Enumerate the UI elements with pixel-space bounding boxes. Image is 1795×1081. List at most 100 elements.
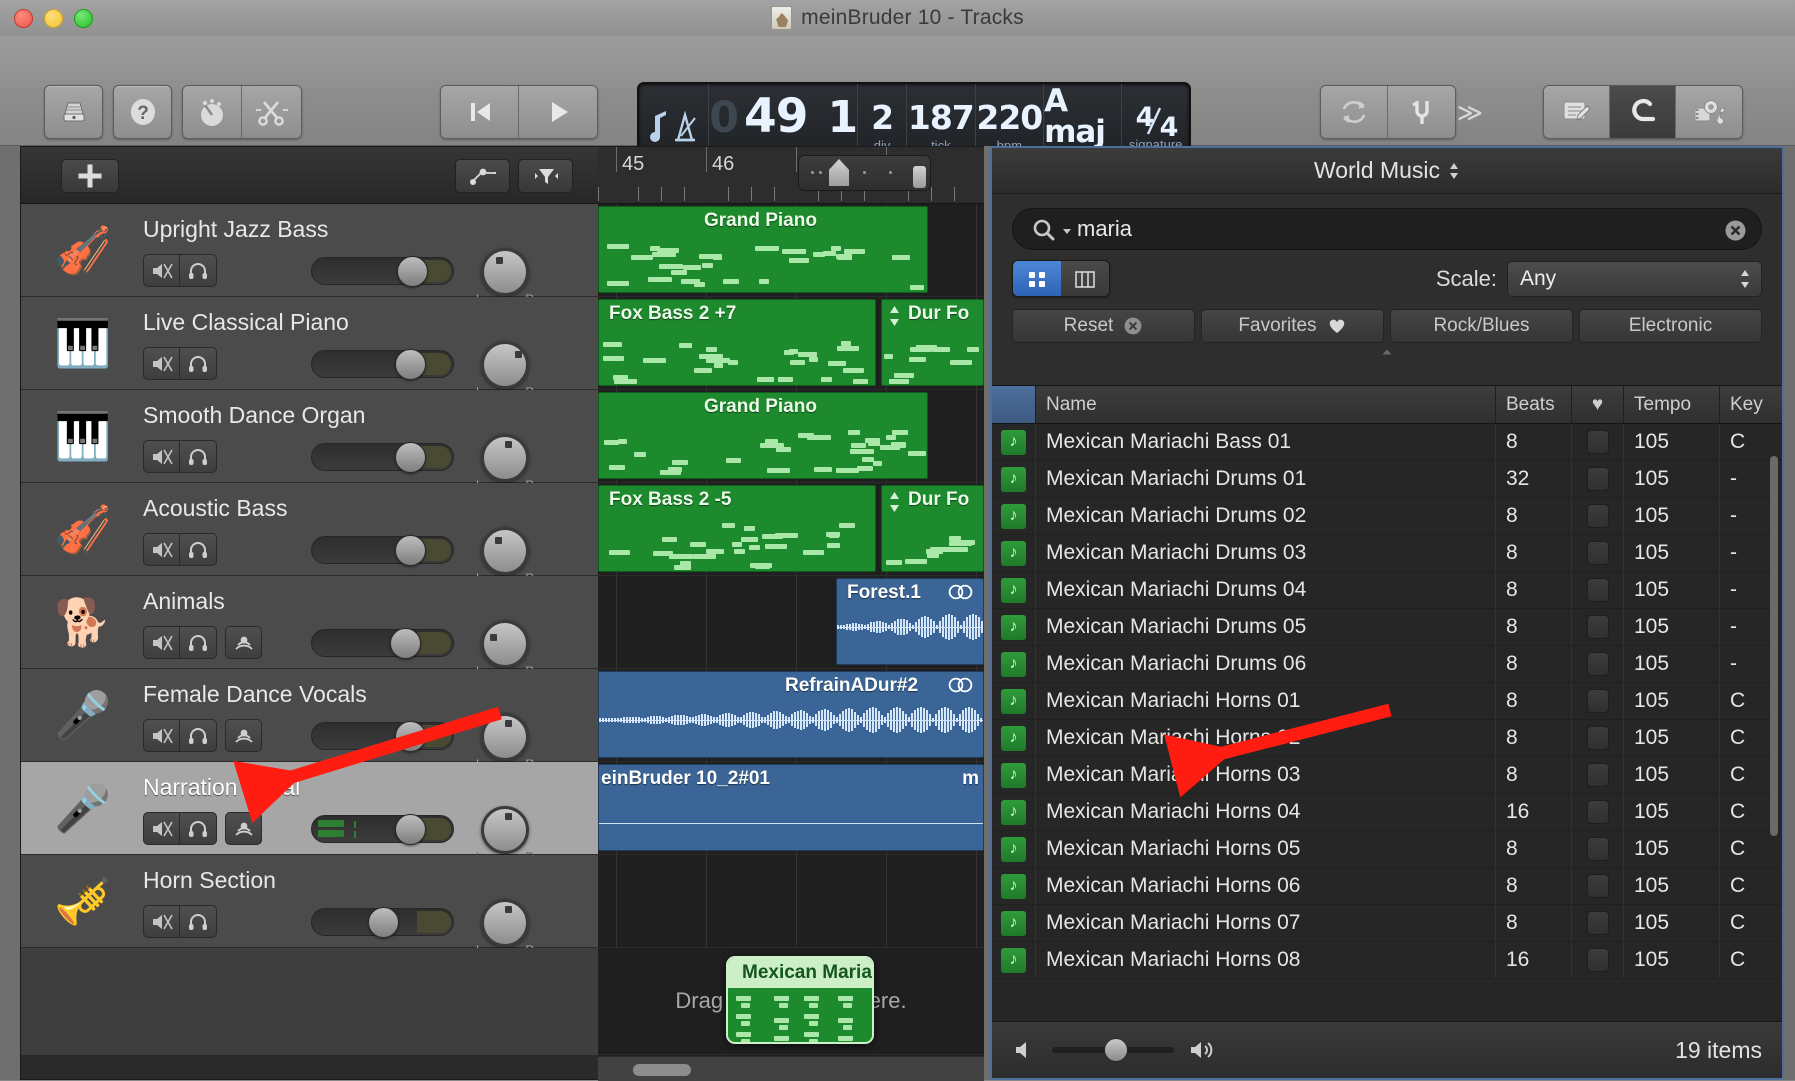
midi-region[interactable]: Grand Piano — [598, 392, 928, 479]
pan-knob[interactable] — [481, 620, 529, 668]
volume-slider-knob[interactable] — [395, 535, 426, 566]
help-button[interactable]: ? — [113, 85, 172, 139]
media-browser-button[interactable] — [1676, 86, 1742, 138]
track-header-row[interactable]: 🎹Live Classical PianoLR — [21, 297, 598, 390]
loop-table-row[interactable]: ♪Mexican Mariachi Drums 058105- — [992, 609, 1782, 646]
pan-knob[interactable] — [481, 806, 529, 854]
midi-region[interactable]: Dur Fo — [881, 485, 984, 572]
column-header-name[interactable]: Name — [1036, 386, 1496, 423]
mute-button[interactable] — [143, 254, 180, 287]
loop-favorite-cell[interactable] — [1572, 424, 1624, 460]
loop-favorite-cell[interactable] — [1572, 609, 1624, 645]
loop-category-button-favorites[interactable]: Favorites — [1201, 309, 1384, 343]
play-button[interactable] — [519, 86, 597, 138]
clear-search-button[interactable] — [1724, 219, 1747, 242]
record-enable-button[interactable] — [225, 812, 262, 845]
loop-table-row[interactable]: ♪Mexican Mariachi Horns 058105C — [992, 831, 1782, 868]
favorite-checkbox[interactable] — [1587, 948, 1609, 972]
more-toolbar-button[interactable]: ≫ — [1450, 98, 1490, 128]
loop-table-scrollbar-thumb[interactable] — [1770, 456, 1778, 836]
pan-knob[interactable] — [481, 713, 529, 761]
favorite-checkbox[interactable] — [1587, 689, 1609, 713]
loop-favorite-cell[interactable] — [1572, 831, 1624, 867]
volume-slider[interactable] — [311, 350, 454, 378]
loop-favorite-cell[interactable] — [1572, 646, 1624, 682]
solo-button[interactable] — [180, 626, 217, 659]
track-header-row[interactable]: 🐕AnimalsLR — [21, 576, 598, 669]
track-lane[interactable]: Fox Bass 2 +7Dur Fo — [598, 297, 984, 390]
loop-table-row[interactable]: ♪Mexican Mariachi Horns 0816105C — [992, 942, 1782, 979]
volume-slider[interactable] — [311, 815, 454, 843]
smart-controls-button[interactable] — [183, 86, 242, 138]
add-track-button[interactable] — [61, 159, 119, 193]
editors-button[interactable] — [242, 86, 301, 138]
loop-table-row[interactable]: ♪Mexican Mariachi Drums 0132105- — [992, 461, 1782, 498]
tuner-button[interactable] — [1388, 86, 1455, 138]
track-header-row[interactable]: 🎻Acoustic BassLR — [21, 483, 598, 576]
audio-region[interactable]: RefrainADur#2 — [598, 671, 984, 758]
search-icon[interactable] — [1031, 218, 1072, 244]
volume-slider-knob[interactable] — [395, 442, 426, 473]
track-lane[interactable]: Forest.1 — [598, 576, 984, 669]
horizontal-scrollbar[interactable] — [598, 1056, 984, 1081]
column-view-button[interactable] — [1061, 261, 1109, 296]
loop-favorite-cell[interactable] — [1572, 683, 1624, 719]
loop-favorite-cell[interactable] — [1572, 794, 1624, 830]
loop-favorite-cell[interactable] — [1572, 720, 1624, 756]
volume-slider-knob[interactable] — [395, 814, 426, 845]
mute-button[interactable] — [143, 533, 180, 566]
loop-browser-button[interactable] — [1610, 86, 1676, 138]
favorite-checkbox[interactable] — [1587, 837, 1609, 861]
zoom-slider[interactable] — [798, 155, 931, 191]
dragged-loop-region[interactable]: Mexican Mariac — [726, 956, 874, 1044]
loop-favorite-cell[interactable] — [1572, 868, 1624, 904]
solo-button[interactable] — [180, 533, 217, 566]
favorite-checkbox[interactable] — [1587, 430, 1609, 454]
solo-button[interactable] — [180, 254, 217, 287]
loop-category-button-rock-blues[interactable]: Rock/Blues — [1390, 309, 1573, 343]
volume-slider-knob[interactable] — [395, 721, 426, 752]
library-button[interactable] — [44, 85, 103, 139]
audio-region[interactable]: einBruder 10_2#01m — [598, 764, 984, 851]
volume-slider[interactable] — [311, 908, 454, 936]
rewind-button[interactable] — [441, 86, 519, 138]
loop-table-row[interactable]: ♪Mexican Mariachi Horns 028105C — [992, 720, 1782, 757]
volume-slider-knob[interactable] — [395, 349, 426, 380]
favorite-checkbox[interactable] — [1587, 874, 1609, 898]
column-header-key[interactable]: Key — [1720, 386, 1782, 423]
audio-region[interactable]: Forest.1 — [836, 578, 984, 665]
mute-button[interactable] — [143, 905, 180, 938]
column-header-tempo[interactable]: Tempo — [1624, 386, 1720, 423]
loop-table-row[interactable]: ♪Mexican Mariachi Horns 038105C — [992, 757, 1782, 794]
volume-slider-knob[interactable] — [397, 256, 428, 287]
horizontal-scrollbar-thumb[interactable] — [633, 1064, 691, 1076]
loop-favorite-cell[interactable] — [1572, 905, 1624, 941]
track-header-row[interactable]: 🎹Smooth Dance OrganLR — [21, 390, 598, 483]
pan-knob[interactable] — [481, 527, 529, 575]
loop-favorite-cell[interactable] — [1572, 498, 1624, 534]
loop-table-row[interactable]: ♪Mexican Mariachi Horns 0416105C — [992, 794, 1782, 831]
timeline-ruler[interactable]: 45 46 47 48 — [598, 147, 984, 204]
loop-favorite-cell[interactable] — [1572, 757, 1624, 793]
scale-select[interactable]: Any — [1507, 261, 1762, 297]
track-lane[interactable]: Grand Piano — [598, 390, 984, 483]
panel-resize-grabber[interactable] — [992, 343, 1782, 361]
midi-region[interactable]: Dur Fo — [881, 299, 984, 386]
solo-button[interactable] — [180, 905, 217, 938]
loop-search-input[interactable] — [1013, 216, 1761, 242]
loop-category-button-reset[interactable]: Reset — [1012, 309, 1195, 343]
favorite-checkbox[interactable] — [1587, 504, 1609, 528]
favorite-checkbox[interactable] — [1587, 615, 1609, 639]
midi-region[interactable]: Fox Bass 2 -5 — [598, 485, 876, 572]
cycle-button[interactable] — [1321, 86, 1388, 138]
automation-button[interactable] — [455, 159, 510, 193]
volume-slider[interactable] — [311, 257, 454, 285]
volume-slider-knob[interactable] — [390, 628, 421, 659]
track-lane[interactable]: RefrainADur#2 — [598, 669, 984, 762]
record-enable-button[interactable] — [225, 626, 262, 659]
loop-table-row[interactable]: ♪Mexican Mariachi Horns 018105C — [992, 683, 1782, 720]
loop-table-row[interactable]: ♪Mexican Mariachi Drums 048105- — [992, 572, 1782, 609]
pan-knob[interactable] — [481, 341, 529, 389]
column-header-beats[interactable]: Beats — [1496, 386, 1572, 423]
loop-table-row[interactable]: ♪Mexican Mariachi Drums 068105- — [992, 646, 1782, 683]
